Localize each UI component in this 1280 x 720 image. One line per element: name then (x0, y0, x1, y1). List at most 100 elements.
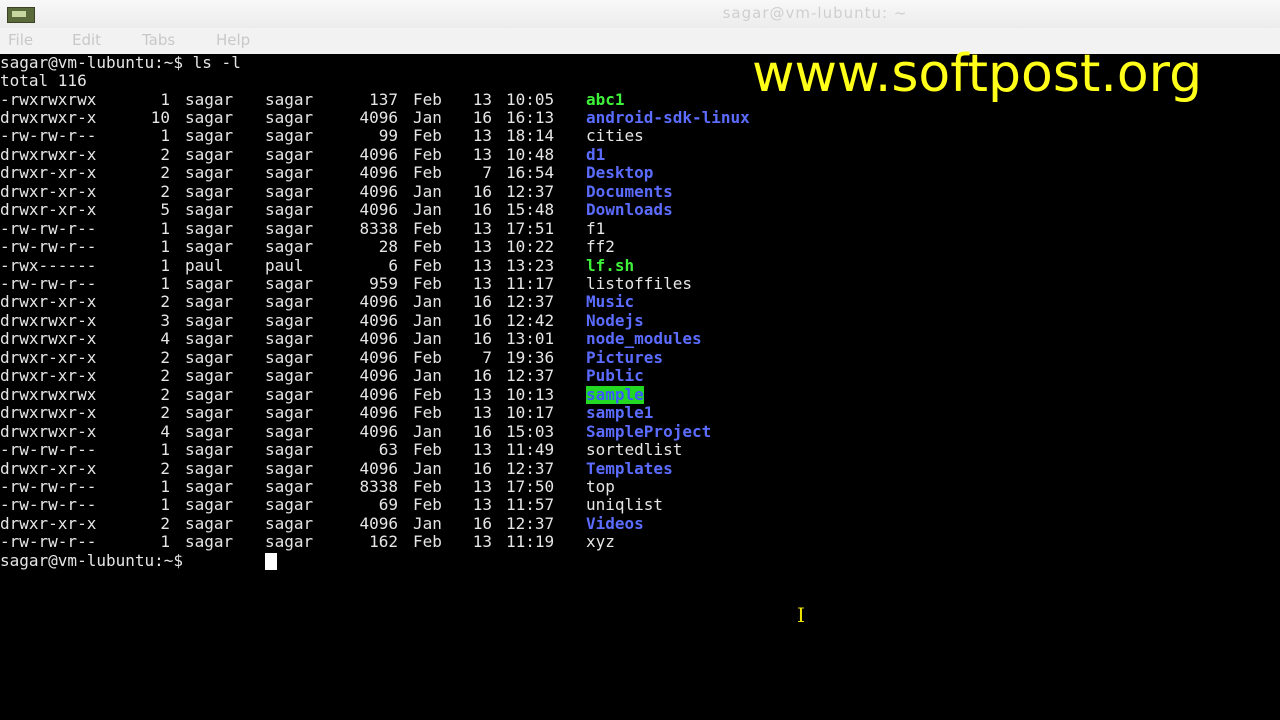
group: sagar (265, 495, 314, 515)
file-name: Nodejs (586, 310, 644, 330)
owner: sagar (185, 329, 234, 349)
month: Feb (413, 255, 442, 275)
perm: -rw-rw-r-- (0, 237, 97, 257)
time: 12:42 (506, 310, 555, 330)
listing-row: -rw-rw-r-- 1 sagar sagar 69 Feb 13 11:57 uniqlis… (0, 496, 663, 514)
group: sagar (265, 89, 314, 109)
menu-edit[interactable]: Edit (72, 31, 101, 49)
link-count: 2 (160, 181, 170, 201)
time: 10:05 (506, 89, 555, 109)
file-size: 162 (369, 532, 398, 552)
perm: -rw-rw-r-- (0, 476, 97, 496)
menu-tabs[interactable]: Tabs (142, 31, 175, 49)
link-count: 2 (160, 292, 170, 312)
file-name: ff2 (586, 237, 615, 257)
file-size: 4096 (359, 144, 398, 164)
perm: drwxr-xr-x (0, 458, 97, 478)
day: 16 (472, 421, 492, 441)
perm: drwxr-xr-x (0, 347, 97, 367)
listing-row: -rwx------ 1 paul paul 6 Feb 13 13:23 lf.sh (0, 255, 634, 275)
owner: sagar (185, 144, 234, 164)
listing-row: drwxrwxr-x 2 sagar sagar 4096 Feb 13 10:17 sampl… (0, 404, 653, 422)
perm: drwxr-xr-x (0, 366, 97, 386)
group: sagar (265, 403, 314, 423)
day: 16 (472, 513, 492, 533)
file-size: 4096 (359, 181, 398, 201)
listing-row: drwxrwxr-x 2 sagar sagar 4096 Feb 13 10:48 d1 (0, 145, 605, 164)
file-size: 8338 (359, 476, 398, 496)
file-name: Pictures (586, 347, 664, 367)
day: 13 (472, 274, 492, 293)
day: 13 (472, 89, 492, 109)
menu-help[interactable]: Help (216, 31, 250, 49)
link-count: 1 (160, 218, 170, 238)
link-count: 2 (160, 384, 170, 404)
month: Jan (413, 292, 442, 312)
owner: sagar (185, 107, 234, 127)
day: 13 (472, 495, 492, 515)
group: sagar (265, 144, 314, 164)
perm: drwxrwxr-x (0, 329, 97, 349)
listing-row: -rw-rw-r-- 1 sagar sagar 162 Feb 13 11:19 xyz (0, 533, 615, 551)
owner: sagar (185, 458, 234, 478)
group: sagar (265, 292, 314, 312)
perm: -rw-rw-r-- (0, 274, 97, 293)
month: Feb (413, 403, 442, 423)
time: 13:23 (506, 255, 555, 275)
listing-row: drwxr-xr-x 2 sagar sagar 4096 Jan 16 12:37 Docum… (0, 182, 673, 201)
owner: sagar (185, 89, 234, 109)
day: 13 (472, 476, 492, 496)
listing-row: drwxr-xr-x 2 sagar sagar 4096 Feb 7 19:36 Pictur… (0, 347, 663, 367)
file-name: abc1 (586, 89, 625, 109)
terminal-output[interactable]: sagar@vm-lubuntu:~$ ls -l total 116 -rwx… (0, 54, 1280, 720)
link-count: 2 (160, 366, 170, 386)
perm: drwxrwxr-x (0, 107, 97, 127)
perm: -rwx------ (0, 255, 97, 275)
file-name: node_modules (586, 329, 702, 349)
month: Jan (413, 329, 442, 349)
file-name: Music (586, 292, 635, 312)
final-prompt: sagar@vm-lubuntu:~$ (0, 551, 193, 570)
file-size: 4096 (359, 310, 398, 330)
group: sagar (265, 274, 314, 293)
file-name: sample1 (586, 403, 654, 423)
owner: sagar (185, 532, 234, 552)
window-titlebar: sagar@vm-lubuntu: ~ (0, 0, 1280, 28)
file-name: Desktop (586, 163, 654, 183)
file-size: 6 (388, 255, 398, 275)
month: Jan (413, 421, 442, 441)
owner: sagar (185, 218, 234, 238)
link-count: 2 (160, 144, 170, 164)
file-name: Downloads (586, 200, 673, 220)
listing-row: -rw-rw-r-- 1 sagar sagar 959 Feb 13 11:17 listof… (0, 274, 692, 293)
day: 13 (472, 384, 492, 404)
link-count: 1 (160, 255, 170, 275)
perm: drwxrwxr-x (0, 421, 97, 441)
month: Feb (413, 144, 442, 164)
perm: -rwxrwxrwx (0, 89, 97, 109)
group: sagar (265, 476, 314, 496)
day: 16 (472, 366, 492, 386)
day: 13 (472, 237, 492, 257)
perm: drwxr-xr-x (0, 292, 97, 312)
time: 10:17 (506, 403, 555, 423)
listing-row: drwxr-xr-x 5 sagar sagar 4096 Jan 16 15:48 Downl… (0, 201, 673, 219)
file-size: 4096 (359, 200, 398, 220)
day: 16 (472, 458, 492, 478)
file-name: d1 (586, 144, 606, 164)
menu-file[interactable]: File (8, 31, 33, 49)
time: 11:17 (506, 274, 555, 293)
time: 17:50 (506, 476, 555, 496)
file-size: 4096 (359, 347, 398, 367)
owner: sagar (185, 366, 234, 386)
listing-row: drwxrwxr-x 4 sagar sagar 4096 Jan 16 15:03 Sampl… (0, 421, 711, 441)
month: Jan (413, 513, 442, 533)
day: 13 (472, 255, 492, 275)
listing-row: drwxr-xr-x 2 sagar sagar 4096 Feb 7 16:54 Deskto… (0, 164, 653, 182)
window-title: sagar@vm-lubuntu: ~ (722, 4, 908, 22)
link-count: 5 (160, 200, 170, 220)
time: 13:01 (506, 329, 555, 349)
group: sagar (265, 384, 314, 404)
file-size: 4096 (359, 329, 398, 349)
file-size: 4096 (359, 384, 398, 404)
